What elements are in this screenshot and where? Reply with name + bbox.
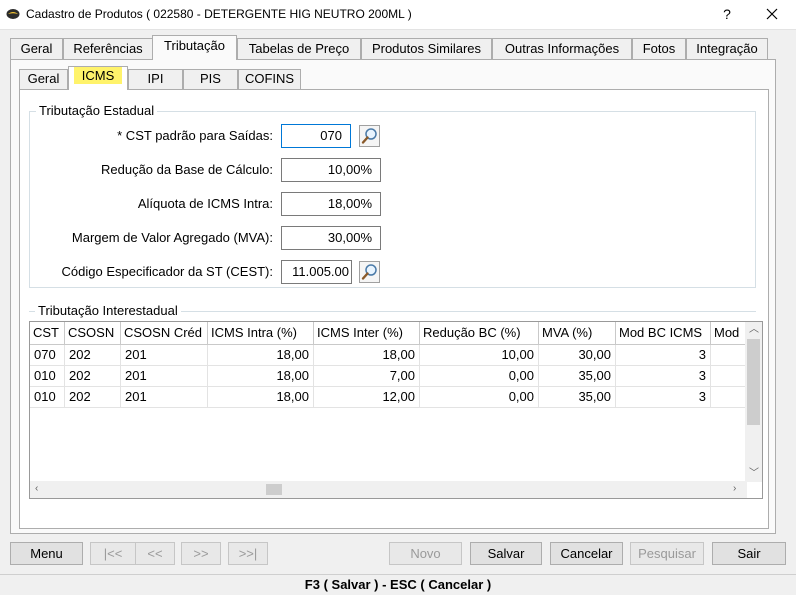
cell-mod-bc-icms: 3 [616, 366, 711, 386]
subtab-pis[interactable]: PIS [183, 69, 238, 89]
cell-csosn: 202 [65, 387, 121, 407]
cst-label: * CST padrão para Saídas: [117, 128, 273, 143]
table-row[interactable]: 070 202 201 18,00 18,00 10,00 30,00 3 [30, 345, 748, 366]
cell-mod [711, 366, 748, 386]
horizontal-scroll-thumb[interactable] [266, 484, 282, 495]
tributacao-estadual-title: Tributação Estadual [36, 103, 158, 119]
cell-csosn-cred: 201 [121, 345, 208, 365]
cell-mod [711, 387, 748, 407]
scroll-down-icon[interactable]: ﹀ [749, 468, 759, 480]
col-header-csosn-cred[interactable]: CSOSN Créd [121, 322, 208, 344]
icms-panel: Tributação Estadual * CST padrão para Sa… [19, 89, 769, 529]
cell-cst: 010 [30, 387, 65, 407]
subtab-icms[interactable]: ICMS [68, 66, 128, 90]
col-header-icms-intra[interactable]: ICMS Intra (%) [208, 322, 314, 344]
tab-integracao[interactable]: Integração [686, 38, 768, 60]
reducao-base-label: Redução da Base de Cálculo: [100, 162, 273, 177]
cell-cst: 070 [30, 345, 65, 365]
cell-csosn: 202 [65, 345, 121, 365]
previous-record-button[interactable]: << [135, 542, 175, 565]
table-row[interactable]: 010 202 201 18,00 12,00 0,00 35,00 3 [30, 387, 748, 408]
aliquota-icms-label: Alíquota de ICMS Intra: [137, 196, 273, 211]
cell-icms-intra: 18,00 [208, 345, 314, 365]
mva-input[interactable]: 30,00% [281, 226, 381, 250]
cell-reducao-bc: 0,00 [420, 366, 539, 386]
subtab-ipi[interactable]: IPI [128, 69, 183, 89]
magnifier-icon [361, 128, 377, 144]
window-title: Cadastro de Produtos ( 022580 - DETERGEN… [26, 7, 412, 21]
cst-search-button[interactable] [359, 125, 380, 147]
cell-csosn: 202 [65, 366, 121, 386]
aliquota-icms-input[interactable]: 18,00% [281, 192, 381, 216]
scroll-right-icon[interactable]: › [733, 483, 736, 495]
tributacao-interestadual-group: Tributação Interestadual CST CSOSN CSOSN… [29, 303, 763, 521]
first-record-button[interactable]: |<< [90, 542, 136, 565]
tab-referencias[interactable]: Referências [63, 38, 153, 60]
salvar-button[interactable]: Salvar [470, 542, 542, 565]
col-header-csosn[interactable]: CSOSN [65, 322, 121, 344]
pesquisar-button[interactable]: Pesquisar [630, 542, 704, 565]
cell-mva: 30,00 [539, 345, 616, 365]
tab-tabelas-de-preco[interactable]: Tabelas de Preço [237, 38, 361, 60]
last-record-button[interactable]: >>| [228, 542, 268, 565]
tributacao-interestadual-title: Tributação Interestadual [35, 303, 181, 319]
cell-mod [711, 345, 748, 365]
reducao-base-input[interactable]: 10,00% [281, 158, 381, 182]
sair-button[interactable]: Sair [712, 542, 786, 565]
cell-icms-intra: 18,00 [208, 366, 314, 386]
subtab-cofins[interactable]: COFINS [238, 69, 301, 89]
col-header-mod-bc-icms[interactable]: Mod BC ICMS [616, 322, 711, 344]
cest-label: Código Especificador da ST (CEST): [61, 264, 273, 279]
cst-input[interactable]: 070 [281, 124, 351, 148]
cancelar-button[interactable]: Cancelar [550, 542, 623, 565]
scroll-left-icon[interactable]: ‹ [35, 483, 38, 495]
help-button[interactable]: ? [715, 4, 739, 24]
interestadual-grid[interactable]: CST CSOSN CSOSN Créd ICMS Intra (%) ICMS… [29, 321, 763, 499]
tab-fotos[interactable]: Fotos [632, 38, 686, 60]
col-header-icms-inter[interactable]: ICMS Inter (%) [314, 322, 420, 344]
app-logo-icon [6, 9, 20, 19]
col-header-mod[interactable]: Mod [711, 322, 748, 344]
cell-reducao-bc: 0,00 [420, 387, 539, 407]
cell-icms-inter: 18,00 [314, 345, 420, 365]
cell-icms-inter: 7,00 [314, 366, 420, 386]
cell-icms-intra: 18,00 [208, 387, 314, 407]
magnifier-icon [361, 264, 377, 280]
tab-geral[interactable]: Geral [10, 38, 63, 60]
cell-cst: 010 [30, 366, 65, 386]
tab-outras-informacoes[interactable]: Outras Informações [492, 38, 632, 60]
cell-icms-inter: 12,00 [314, 387, 420, 407]
subtab-geral[interactable]: Geral [19, 69, 68, 89]
table-row[interactable]: 010 202 201 18,00 7,00 0,00 35,00 3 [30, 366, 748, 387]
cell-reducao-bc: 10,00 [420, 345, 539, 365]
tab-tributacao[interactable]: Tributação [152, 35, 237, 60]
cell-mod-bc-icms: 3 [616, 345, 711, 365]
tributacao-panel: Geral ICMS IPI PIS COFINS Tributação Est… [10, 59, 776, 534]
cest-input[interactable]: 11.005.00 [281, 260, 352, 284]
tributacao-estadual-group: Tributação Estadual * CST padrão para Sa… [29, 103, 756, 288]
next-record-button[interactable]: >> [181, 542, 221, 565]
cell-mva: 35,00 [539, 366, 616, 386]
title-bar: Cadastro de Produtos ( 022580 - DETERGEN… [0, 0, 796, 30]
scroll-up-icon[interactable]: ︿ [749, 324, 759, 336]
cell-csosn-cred: 201 [121, 387, 208, 407]
mva-label: Margem de Valor Agregado (MVA): [71, 230, 273, 245]
grid-vertical-scrollbar[interactable]: ︿ ﹀ [745, 322, 762, 482]
novo-button[interactable]: Novo [389, 542, 462, 565]
shortcut-status-bar: F3 ( Salvar ) - ESC ( Cancelar ) [0, 574, 796, 595]
cell-csosn-cred: 201 [121, 366, 208, 386]
grid-horizontal-scrollbar[interactable]: ‹ › [30, 481, 747, 498]
tab-produtos-similares[interactable]: Produtos Similares [361, 38, 492, 60]
vertical-scroll-thumb[interactable] [747, 339, 760, 425]
grid-header: CST CSOSN CSOSN Créd ICMS Intra (%) ICMS… [30, 322, 748, 345]
cell-mva: 35,00 [539, 387, 616, 407]
menu-button[interactable]: Menu [10, 542, 83, 565]
col-header-cst[interactable]: CST [30, 322, 65, 344]
close-window-button[interactable] [758, 4, 786, 24]
col-header-reducao-bc[interactable]: Redução BC (%) [420, 322, 539, 344]
subtab-icms-label: ICMS [73, 67, 123, 84]
cell-mod-bc-icms: 3 [616, 387, 711, 407]
col-header-mva[interactable]: MVA (%) [539, 322, 616, 344]
cest-search-button[interactable] [359, 261, 380, 283]
